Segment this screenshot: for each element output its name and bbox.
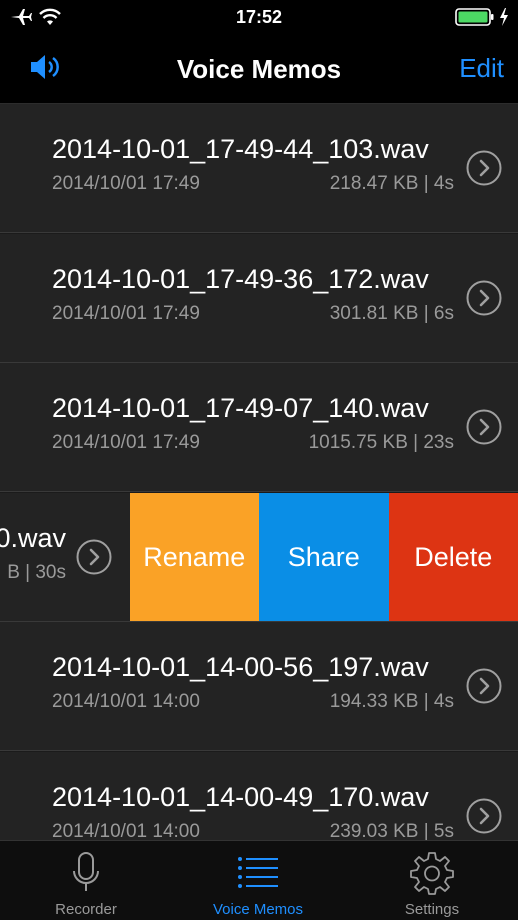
memo-size-duration: 194.33 KB | 4s [329,691,454,712]
charging-icon [500,8,508,26]
tab-label: Recorder [55,901,117,918]
chevron-right-icon[interactable] [466,280,502,316]
status-bar: 17:52 [0,0,518,34]
battery-icon [455,8,494,26]
chevron-right-icon[interactable] [466,798,502,834]
memo-name: 2014-10-01_17-49-36_172.wav [52,263,429,294]
tab-settings[interactable]: Settings [346,841,518,920]
memo-name: 0.wav [0,522,66,553]
memo-date: 2014/10/01 17:49 [52,173,200,194]
memo-size-duration: 1015.75 KB | 23s [308,432,454,453]
memo-name: 2014-10-01_14-00-56_197.wav [52,652,429,682]
memo-list: 2014-10-01_17-49-44_103.wav 2014/10/01 1… [0,104,518,840]
chevron-right-icon[interactable] [466,150,502,186]
list-item[interactable]: 2014-10-01_17-49-07_140.wav 2014/10/01 1… [0,363,518,492]
chevron-right-icon[interactable] [466,409,502,445]
list-item[interactable]: 2014-10-01_14-00-49_170.wav 2014/10/01 1… [0,751,518,841]
status-time: 17:52 [235,7,283,27]
edit-button[interactable]: Edit [459,53,504,84]
memo-name: 2014-10-01_17-49-44_103.wav [52,134,429,164]
list-item[interactable]: 2014-10-01_17-49-36_172.wav 2014/10/01 1… [0,233,518,363]
list-item[interactable]: 2014-10-01_14-00-56_197.wav 2014/10/01 1… [0,622,518,751]
memo-date: 2014/10/01 17:49 [52,302,200,324]
list-icon [238,857,278,888]
memo-name: 2014-10-01_17-49-07_140.wav [52,393,429,423]
memo-date: 2014/10/01 14:00 [52,820,200,841]
page-title: Voice Memos [176,54,342,84]
memo-name: 2014-10-01_14-00-49_170.wav [52,781,429,812]
list-item[interactable]: 2014-10-01_17-49-44_103.wav 2014/10/01 1… [0,104,518,233]
tab-bar: Recorder Voice Memos Settings [0,840,518,920]
delete-button[interactable]: Delete [388,492,518,621]
share-button[interactable]: Share [259,492,389,621]
chevron-right-icon[interactable] [466,668,502,704]
microphone-icon [73,852,99,891]
tab-voice-memos[interactable]: Voice Memos [172,841,344,920]
rename-button[interactable]: Rename [129,492,259,621]
chevron-right-icon[interactable] [76,539,112,575]
memo-size-duration: 301.81 KB | 6s [329,302,454,324]
memo-size-duration: B | 30s [7,561,66,583]
list-item-swiped[interactable]: 0.wav B | 30s Rename Share Delete [0,492,518,622]
memo-date: 2014/10/01 14:00 [52,691,200,712]
tab-recorder[interactable]: Recorder [0,841,172,920]
memo-size-duration: 218.47 KB | 4s [329,173,454,194]
gear-icon [410,852,454,895]
navigation-bar: Voice Memos Edit [0,34,518,104]
memo-size-duration: 239.03 KB | 5s [329,820,454,841]
memo-date: 2014/10/01 17:49 [52,432,200,453]
tab-label: Settings [404,901,460,918]
tab-label: Voice Memos [212,901,304,918]
